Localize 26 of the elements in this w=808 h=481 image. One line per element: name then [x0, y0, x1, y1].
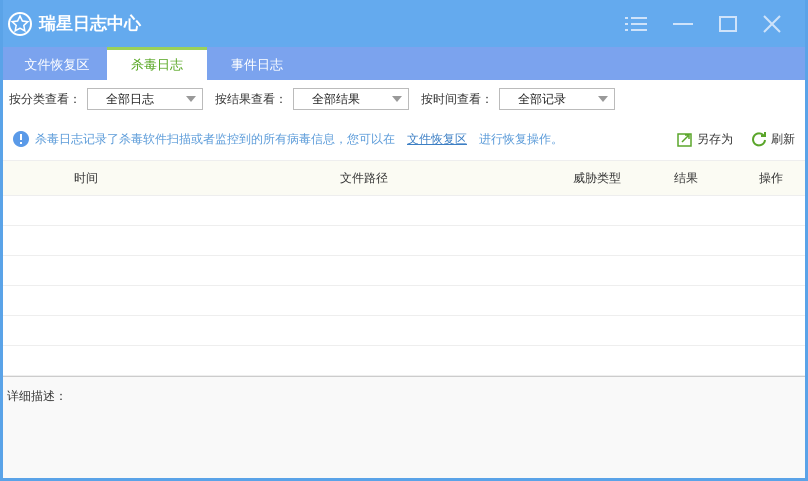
column-header: 操作 — [758, 170, 784, 186]
refresh-icon — [751, 131, 767, 147]
window-title: 瑞星日志中心 — [39, 13, 142, 35]
column-header: 威胁类型 — [572, 170, 622, 186]
save-as-button[interactable]: 另存为 — [665, 130, 733, 148]
column-header: 结果 — [673, 170, 699, 186]
column-header: 文件路径 — [339, 170, 389, 186]
filter-dropdown[interactable]: 全部日志 — [87, 88, 203, 110]
export-icon — [677, 131, 693, 147]
column-header: 时间 — [73, 170, 99, 186]
info-text: 杀毒日志记录了杀毒软件扫描或者监控到的所有病毒信息，您可以在 — [35, 130, 395, 148]
minimize-icon — [673, 22, 693, 24]
star-logo-icon — [7, 10, 33, 36]
info-icon — [13, 131, 29, 147]
filter-label: 按分类查看： — [9, 90, 81, 108]
caret-icon — [598, 96, 608, 102]
caret-icon — [392, 96, 402, 102]
filter-label: 按时间查看： — [421, 90, 493, 108]
filter-dropdown[interactable]: 全部记录 — [499, 88, 615, 110]
filter-label: 按结果查看： — [215, 90, 287, 108]
caret-icon — [186, 96, 196, 102]
recovery-link[interactable]: 文件恢复区 — [407, 130, 467, 148]
refresh-button[interactable]: 刷新 — [739, 130, 795, 148]
filter-dropdown[interactable]: 全部结果 — [293, 88, 409, 110]
info-text: 进行恢复操作。 — [479, 130, 564, 148]
details-label: 详细描述： — [7, 389, 67, 403]
